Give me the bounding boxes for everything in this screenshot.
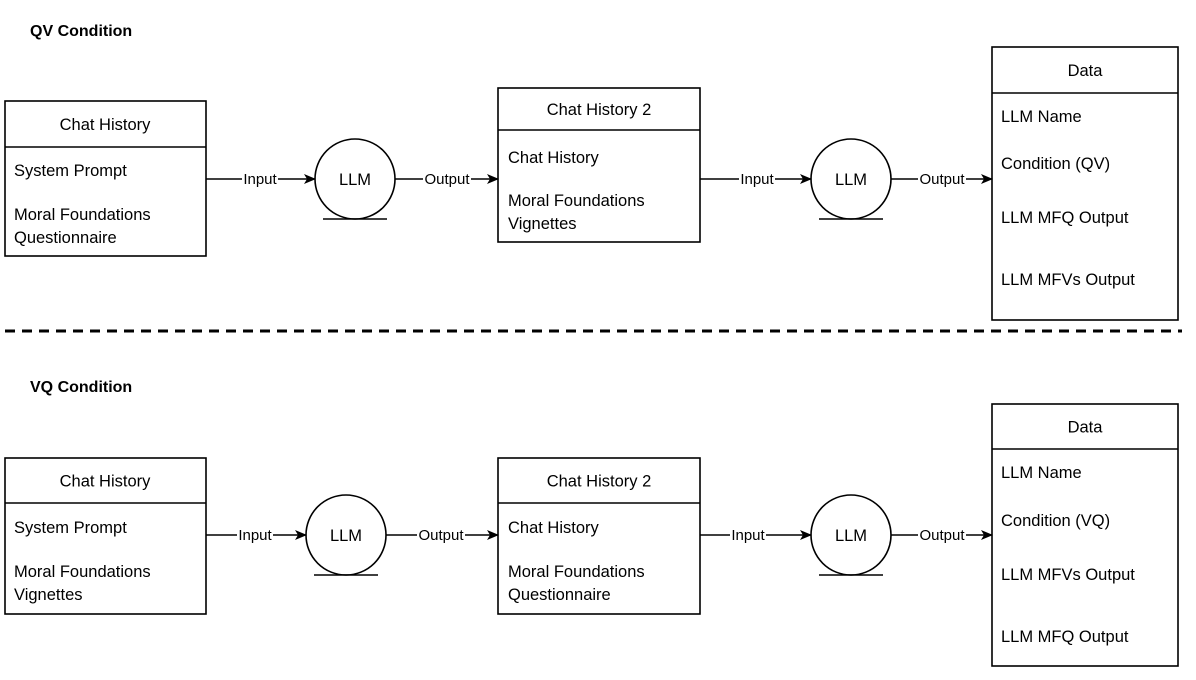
edge-label: Input: [731, 527, 765, 544]
section-title: QV Condition: [30, 23, 132, 40]
box-item: LLM MFVs Output: [1001, 271, 1135, 289]
box-item: Chat History: [508, 519, 600, 537]
llm-label: LLM: [835, 171, 867, 189]
box-header: Data: [1068, 62, 1104, 80]
box-header: Data: [1068, 419, 1104, 437]
llm-label: LLM: [835, 527, 867, 545]
box-header: Chat History 2: [547, 101, 652, 119]
box-item: LLM Name: [1001, 464, 1082, 482]
edge-label: Input: [238, 527, 272, 544]
box-header: Chat History 2: [547, 473, 652, 491]
box-header: Chat History: [60, 473, 152, 491]
box-item: Vignettes: [508, 215, 577, 233]
box-item: Moral Foundations: [14, 563, 151, 581]
edge-label: Output: [418, 527, 464, 544]
llm-label: LLM: [330, 527, 362, 545]
box-item: LLM Name: [1001, 108, 1082, 126]
box-item: System Prompt: [14, 519, 127, 537]
box-item: LLM MFQ Output: [1001, 209, 1129, 227]
edge-label: Input: [243, 171, 277, 188]
llm-label: LLM: [339, 171, 371, 189]
qv-condition-section: QV Condition Chat History System Prompt Mor…: [4, 23, 1179, 321]
edge-label: Output: [919, 527, 965, 544]
box-item: Chat History: [508, 149, 600, 167]
edge-label: Input: [740, 171, 774, 188]
box-item: Questionnaire: [508, 586, 611, 604]
box-item: Moral Foundations: [14, 206, 151, 224]
box-item: Moral Foundations: [508, 563, 645, 581]
vq-condition-section: VQ Condition Chat History System Prompt Mor…: [4, 379, 1179, 667]
edge-label: Output: [424, 171, 470, 188]
diagram: QV Condition Chat History System Prompt Mor…: [4, 23, 1182, 667]
box-item: LLM MFVs Output: [1001, 566, 1135, 584]
box-item: Moral Foundations: [508, 192, 645, 210]
section-title: VQ Condition: [30, 379, 132, 396]
box-header: Chat History: [60, 116, 152, 134]
box-item: Questionnaire: [14, 229, 117, 247]
box-item: Vignettes: [14, 586, 83, 604]
box-item: System Prompt: [14, 162, 127, 180]
box-item: Condition (QV): [1001, 155, 1110, 173]
edge-label: Output: [919, 171, 965, 188]
box-item: Condition (VQ): [1001, 512, 1110, 530]
box-item: LLM MFQ Output: [1001, 628, 1129, 646]
data-box: [991, 403, 1179, 667]
